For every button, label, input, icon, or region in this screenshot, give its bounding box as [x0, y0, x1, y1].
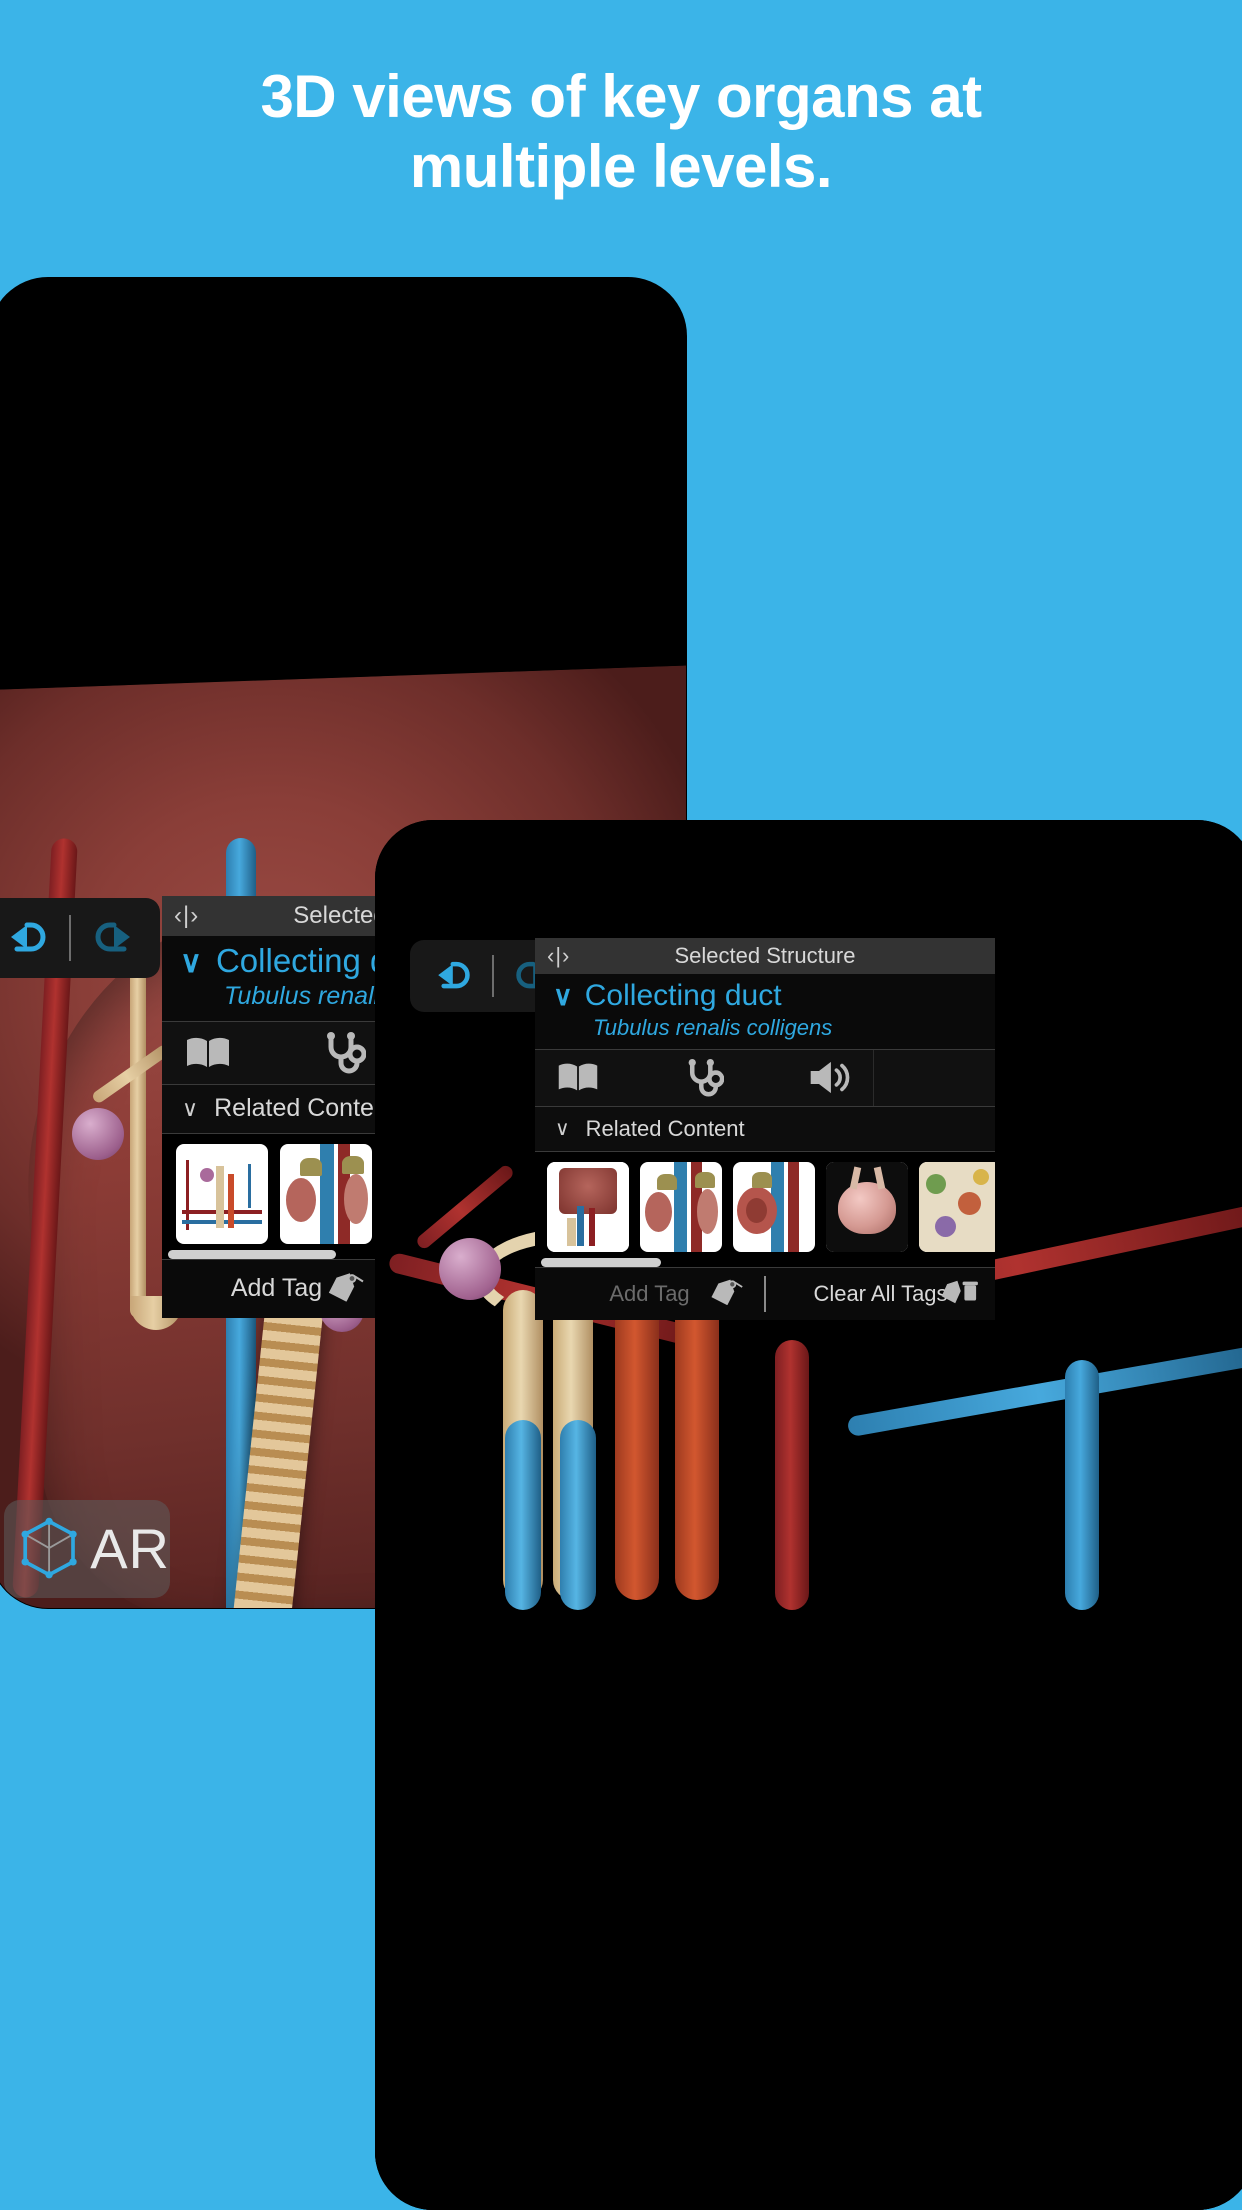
phone-mockup-front: ‹|› Selected Structure ∨ Collecting duct…: [375, 820, 1242, 2210]
collecting-duct-front-2: [560, 1420, 596, 1610]
headline-line-1: 3D views of key organs at: [260, 63, 982, 130]
add-tag-label: Add Tag: [230, 1274, 323, 1303]
kidney-section-thumbnail[interactable]: [733, 1161, 815, 1252]
tag-icon: [708, 1278, 744, 1310]
related-content-header[interactable]: ∨ Related Content: [535, 1106, 995, 1152]
page-title: 3D views of key organs at multiple level…: [0, 62, 1242, 202]
loop-of-henle-left: [130, 918, 146, 1318]
descending-artery-front: [775, 1340, 809, 1610]
speaker-icon: [810, 1061, 850, 1094]
redo-arrow-icon: [95, 922, 130, 952]
thumbnails-scrollbar[interactable]: [535, 1257, 995, 1267]
kidney-vessels-thumbnail[interactable]: [640, 1161, 722, 1252]
glomerulus-upper: [72, 1108, 124, 1160]
descending-vein-front: [1065, 1360, 1099, 1610]
panel-nav-glyph[interactable]: ‹|›: [547, 945, 570, 967]
related-content-label: Related Content: [214, 1094, 395, 1123]
screenshot-stage: 3D views of key organs at multiple level…: [0, 0, 1242, 2210]
add-tag-button[interactable]: Add Tag: [162, 1260, 391, 1318]
collecting-duct-front: [505, 1420, 541, 1610]
glomerulus-front: [439, 1238, 501, 1300]
related-content-label: Related Content: [585, 1115, 745, 1141]
undo-button[interactable]: [410, 940, 492, 1012]
redo-button[interactable]: [71, 898, 160, 978]
clear-all-tags-label: Clear All Tags: [813, 1280, 948, 1306]
stethoscope-icon: [327, 1031, 366, 1074]
kidney-vessels-thumbnail[interactable]: [280, 1143, 372, 1244]
ar-mode-badge[interactable]: AR: [4, 1500, 170, 1598]
book-icon: [558, 1063, 598, 1091]
panel-nav-glyph[interactable]: ‹|›: [174, 904, 199, 928]
undo-arrow-icon: [10, 922, 45, 952]
undo-button[interactable]: [0, 898, 69, 978]
ar-badge-label: AR: [90, 1517, 170, 1580]
structure-name-block[interactable]: ∨ Collecting duct Tubulus renalis collig…: [535, 974, 995, 1050]
thumbnails-scrollbar-thumb[interactable]: [168, 1249, 336, 1259]
headline-line-2: multiple levels.: [409, 133, 833, 201]
panel-title: Selected Structure: [674, 943, 856, 968]
related-content-thumbnails[interactable]: [535, 1151, 995, 1258]
undo-arrow-icon: [438, 961, 470, 989]
structure-latin-name: Tubulus renalis colligens: [593, 1014, 833, 1040]
stethoscope-icon: [688, 1058, 724, 1096]
nephron-diagram-thumbnail[interactable]: [176, 1143, 268, 1244]
related-chevron-down-icon[interactable]: ∨: [182, 1097, 198, 1120]
actions-row-spacer: [873, 1049, 995, 1106]
selected-structure-panel-front: ‹|› Selected Structure ∨ Collecting duct…: [535, 938, 995, 1320]
tag-icon: [325, 1271, 365, 1306]
chevron-down-icon[interactable]: ∨: [180, 948, 202, 978]
structure-actions-row: [535, 1049, 995, 1107]
ar-cube-icon: [21, 1517, 77, 1579]
panel-titlebar: ‹|› Selected Structure: [535, 938, 995, 974]
phone-front-screen[interactable]: ‹|› Selected Structure ∨ Collecting duct…: [375, 820, 1242, 2210]
microscopy-thumbnail[interactable]: [919, 1161, 995, 1252]
structure-english-name: Collecting duct: [584, 979, 782, 1012]
book-icon: [187, 1037, 229, 1067]
add-tag-label: Add Tag: [609, 1280, 690, 1306]
clear-all-tags-button[interactable]: Clear All Tags: [766, 1268, 995, 1320]
chevron-down-icon[interactable]: ∨: [553, 983, 573, 1010]
undo-redo-toolbar-back: [0, 898, 160, 978]
related-chevron-down-icon[interactable]: ∨: [555, 1119, 570, 1139]
bladder-thumbnail[interactable]: [826, 1161, 908, 1252]
pronunciation-button[interactable]: [787, 1050, 873, 1106]
nephron-diagram-thumbnail[interactable]: [547, 1161, 629, 1252]
definition-button[interactable]: [535, 1050, 621, 1106]
tag-actions-row: Add Tag Clear All Tags: [535, 1266, 995, 1320]
tag-trash-icon: [939, 1278, 979, 1310]
definition-button[interactable]: [162, 1022, 254, 1084]
pathology-button[interactable]: [661, 1050, 747, 1106]
add-tag-button[interactable]: Add Tag: [535, 1268, 764, 1320]
thumbnails-scrollbar-thumb[interactable]: [541, 1257, 661, 1267]
